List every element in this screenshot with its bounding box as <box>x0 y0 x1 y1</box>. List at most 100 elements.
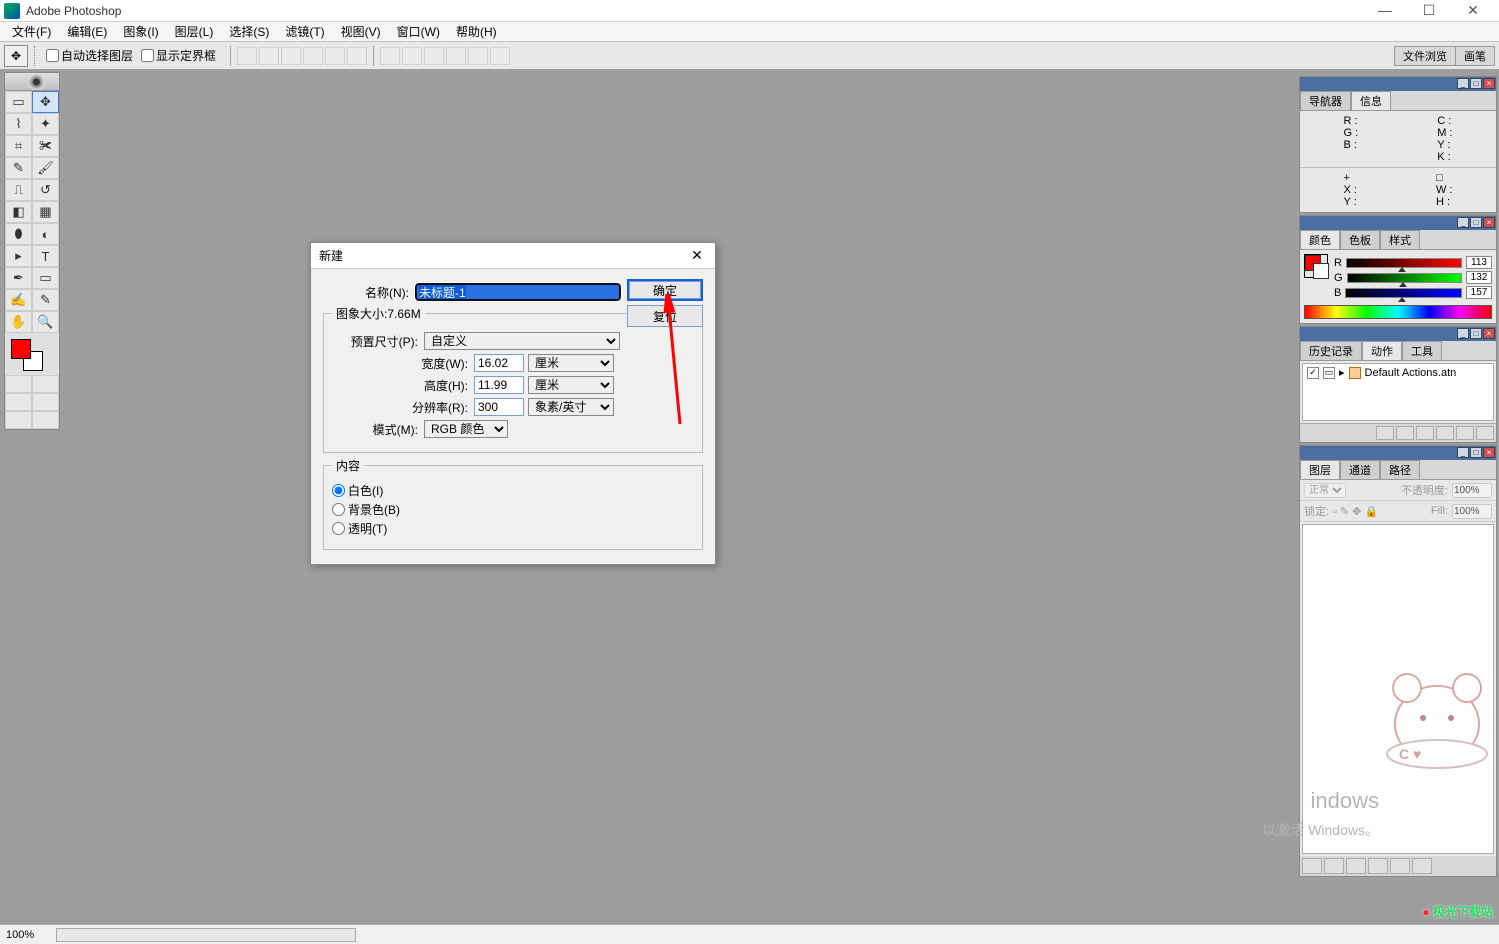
bgcolor-radio[interactable]: 背景色(B) <box>332 501 694 518</box>
quickmask-on[interactable] <box>32 375 59 393</box>
menu-layer[interactable]: 图层(L) <box>167 23 222 40</box>
jump-to-1[interactable] <box>5 411 32 429</box>
zoom-tool[interactable]: 🔍 <box>32 311 59 333</box>
lasso-tool[interactable]: ⌇ <box>5 113 32 135</box>
brush-tool[interactable]: 🖌 <box>32 157 59 179</box>
quickmask-off[interactable] <box>5 375 32 393</box>
menu-file[interactable]: 文件(F) <box>4 23 59 40</box>
panel-max-icon[interactable]: □ <box>1470 328 1482 339</box>
hand-tool[interactable]: ✋ <box>5 311 32 333</box>
blend-mode-select[interactable]: 正常 <box>1304 483 1346 498</box>
menu-select[interactable]: 选择(S) <box>221 23 277 40</box>
panel-max-icon[interactable]: □ <box>1470 78 1482 89</box>
mode-select[interactable]: RGB 颜色 <box>424 420 508 438</box>
resolution-unit-select[interactable]: 象素/英寸 <box>528 398 614 416</box>
dodge-tool[interactable]: ◐ <box>32 223 59 245</box>
g-value[interactable]: 132 <box>1466 271 1492 284</box>
close-button[interactable]: ✕ <box>1451 1 1495 21</box>
b-value[interactable]: 157 <box>1466 286 1492 299</box>
panel-max-icon[interactable]: □ <box>1470 447 1482 458</box>
distribute-icon[interactable] <box>424 47 444 65</box>
panel-max-icon[interactable]: □ <box>1470 217 1482 228</box>
align-icon[interactable] <box>325 47 345 65</box>
navigator-tab[interactable]: 导航器 <box>1300 91 1351 111</box>
width-input[interactable] <box>474 354 524 372</box>
current-tool-icon[interactable]: ✥ <box>4 45 28 67</box>
menu-window[interactable]: 窗口(W) <box>389 23 448 40</box>
align-icon[interactable] <box>281 47 301 65</box>
menu-view[interactable]: 视图(V) <box>333 23 389 40</box>
history-tab[interactable]: 历史记录 <box>1300 341 1362 361</box>
jump-to-2[interactable] <box>32 411 59 429</box>
panel-min-icon[interactable]: _ <box>1457 78 1469 89</box>
maximize-button[interactable]: ☐ <box>1407 1 1451 21</box>
panel-close-icon[interactable]: × <box>1483 78 1495 89</box>
stamp-tool[interactable]: ⎍ <box>5 179 32 201</box>
distribute-icon[interactable] <box>446 47 466 65</box>
transparent-radio[interactable]: 透明(T) <box>332 520 694 537</box>
preset-select[interactable]: 自定义 <box>424 332 620 350</box>
record-icon[interactable] <box>1396 426 1414 440</box>
panel-swatch[interactable] <box>1304 254 1328 278</box>
adjust-layer-icon[interactable] <box>1368 858 1388 874</box>
ok-button[interactable]: 确定 <box>627 279 703 301</box>
panel-min-icon[interactable]: _ <box>1457 328 1469 339</box>
new-action-icon[interactable] <box>1456 426 1474 440</box>
panel-min-icon[interactable]: _ <box>1457 447 1469 458</box>
history-brush-tool[interactable]: ↺ <box>32 179 59 201</box>
channels-tab[interactable]: 通道 <box>1340 460 1380 480</box>
trash-icon[interactable] <box>1412 858 1432 874</box>
pen-tool[interactable]: ✒ <box>5 267 32 289</box>
check-icon[interactable]: ✓ <box>1307 367 1319 379</box>
panel-close-icon[interactable]: × <box>1483 217 1495 228</box>
swatches-tab[interactable]: 色板 <box>1340 230 1380 250</box>
distribute-icon[interactable] <box>380 47 400 65</box>
resolution-input[interactable] <box>474 398 524 416</box>
dialog-close-icon[interactable]: ✕ <box>687 247 707 264</box>
lock-icons[interactable]: ▫ ✎ ✥ 🔒 <box>1333 505 1378 518</box>
r-slider[interactable] <box>1346 258 1462 268</box>
action-row[interactable]: ✓ ▭ ▸ Default Actions.atn <box>1303 364 1493 381</box>
screenmode-1[interactable] <box>5 393 32 411</box>
stop-icon[interactable] <box>1376 426 1394 440</box>
trash-icon[interactable] <box>1476 426 1494 440</box>
type-tool[interactable]: T <box>32 245 59 267</box>
width-unit-select[interactable]: 厘米 <box>528 354 614 372</box>
menu-edit[interactable]: 编辑(E) <box>59 23 115 40</box>
heal-tool[interactable]: ✎ <box>5 157 32 179</box>
slice-tool[interactable]: ✀ <box>32 135 59 157</box>
opacity-input[interactable] <box>1452 483 1492 498</box>
info-tab[interactable]: 信息 <box>1351 91 1391 111</box>
distribute-icon[interactable] <box>468 47 488 65</box>
menu-help[interactable]: 帮助(H) <box>448 23 505 40</box>
fill-input[interactable] <box>1452 504 1492 519</box>
layer-style-icon[interactable] <box>1302 858 1322 874</box>
align-icon[interactable] <box>347 47 367 65</box>
spectrum-bar[interactable] <box>1304 305 1492 319</box>
color-swatches[interactable] <box>9 337 55 371</box>
brushes-tab[interactable]: 画笔 <box>1455 46 1495 66</box>
color-tab[interactable]: 颜色 <box>1300 230 1340 250</box>
minimize-button[interactable]: — <box>1363 1 1407 21</box>
eyedropper-tool[interactable]: ✎ <box>32 289 59 311</box>
panel-min-icon[interactable]: _ <box>1457 217 1469 228</box>
shape-tool[interactable]: ▭ <box>32 267 59 289</box>
show-bounds-checkbox[interactable]: 显示定界框 <box>141 47 216 64</box>
actions-tab[interactable]: 动作 <box>1362 341 1402 361</box>
screenmode-2[interactable] <box>32 393 59 411</box>
eraser-tool[interactable]: ◧ <box>5 201 32 223</box>
menu-image[interactable]: 图象(I) <box>115 23 166 40</box>
dialog-toggle-icon[interactable]: ▭ <box>1323 367 1335 379</box>
b-slider[interactable] <box>1345 288 1462 298</box>
wand-tool[interactable]: ✦ <box>32 113 59 135</box>
distribute-icon[interactable] <box>490 47 510 65</box>
align-icon[interactable] <box>303 47 323 65</box>
r-value[interactable]: 113 <box>1466 256 1492 269</box>
auto-select-checkbox[interactable]: 自动选择图层 <box>46 47 133 64</box>
g-slider[interactable] <box>1347 273 1462 283</box>
layer-mask-icon[interactable] <box>1324 858 1344 874</box>
height-unit-select[interactable]: 厘米 <box>528 376 614 394</box>
panel-close-icon[interactable]: × <box>1483 328 1495 339</box>
align-icon[interactable] <box>259 47 279 65</box>
paths-tab[interactable]: 路径 <box>1380 460 1420 480</box>
